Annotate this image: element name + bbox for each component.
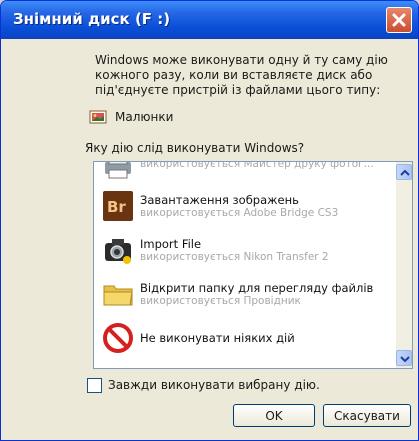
action-title: Завантаження зображень [140,192,299,207]
action-subtitle: використовується Майстер друку фотог... [140,161,374,170]
action-title: Відкрити папку для перегляду файлів [140,280,374,295]
action-import-file[interactable]: Import File використовується Nikon Trans… [94,228,394,272]
action-title: Import File [140,236,202,251]
action-subtitle: використовується Nikon Transfer 2 [140,250,329,263]
autoplay-dialog: Знімний диск (F :) Windows може виконува… [0,0,419,441]
action-title: Не виконувати ніяких дій [140,331,295,345]
folder-icon [103,285,133,306]
content-type-row: Малюнки [89,108,173,126]
question-label: Яку дію слід виконувати Windows? [85,141,305,155]
nikon-transfer-icon [105,239,131,264]
window-title: Знімний диск (F :) [13,10,171,28]
action-print-wizard[interactable]: використовується Майстер друку фотог... [94,161,394,186]
cancel-button[interactable]: Скасувати [323,404,411,427]
scroll-down-button[interactable] [396,350,412,366]
svg-text:Br: Br [107,198,126,216]
chevron-down-icon [400,356,410,363]
action-subtitle: використовується Adobe Bridge CS3 [140,206,339,219]
adobe-bridge-icon: Br [103,191,133,221]
list-scrollbar[interactable] [396,162,412,368]
chevron-up-icon [400,169,410,176]
pictures-icon [89,110,107,124]
always-do-this-checkbox[interactable] [87,377,102,393]
close-icon [392,13,406,27]
no-action-icon [103,323,133,353]
always-do-this-label[interactable]: Завжди виконувати вибрану дію. [108,378,320,392]
action-import-pictures[interactable]: Br Завантаження зображень використовуєть… [94,184,394,228]
ok-button[interactable]: OK [233,404,315,427]
action-open-folder[interactable]: Відкрити папку для перегляду файлів вико… [94,272,394,316]
action-subtitle: використовується Провідник [140,294,301,307]
intro-text: Windows може виконувати одну й ту саму д… [95,53,388,97]
action-take-no-action[interactable]: Не виконувати ніяких дій [94,316,394,360]
scroll-up-button[interactable] [396,164,412,180]
close-button[interactable] [386,7,412,33]
title-bar[interactable]: Знімний диск (F :) [1,1,418,39]
always-do-this-row[interactable]: Завжди виконувати вибрану дію. [87,377,320,393]
actions-list[interactable]: використовується Майстер друку фотог... … [93,161,413,369]
print-wizard-icon [105,162,131,179]
content-type-label: Малюнки [115,110,174,124]
